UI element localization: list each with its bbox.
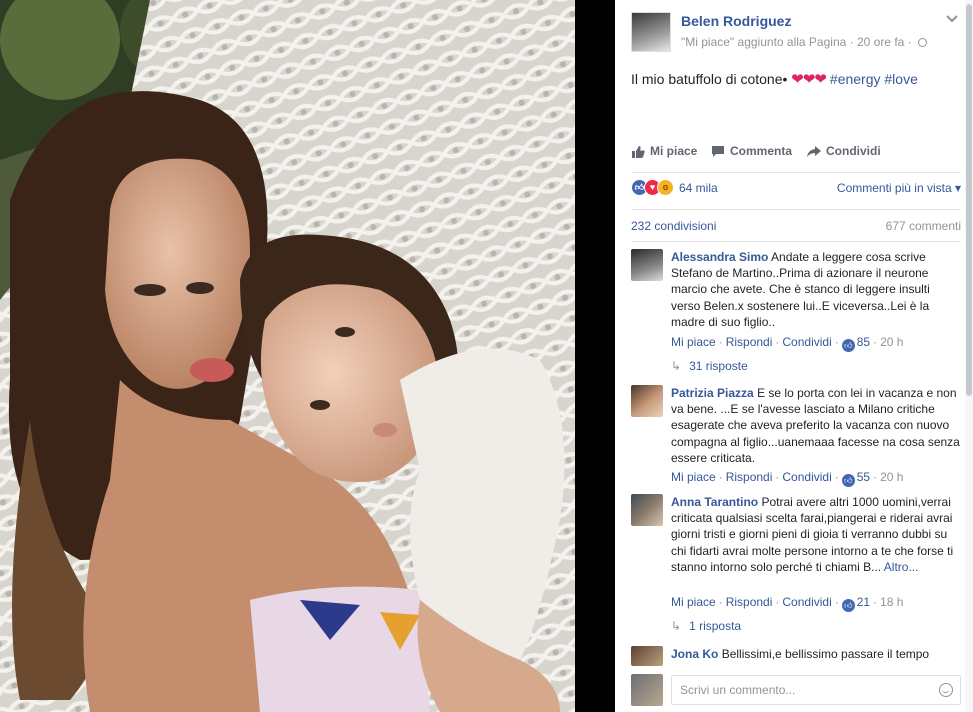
comment-reply-link[interactable]: Rispondi <box>726 335 773 349</box>
thumbs-up-icon: 👍︎ <box>841 339 855 352</box>
hashtag-energy[interactable]: #energy <box>830 71 881 87</box>
post-header: Belen Rodriguez "Mi piace" aggiunto alla… <box>631 12 961 52</box>
comment-like-link[interactable]: Mi piace <box>671 335 716 349</box>
page-avatar[interactable] <box>631 12 671 52</box>
comment-share-link[interactable]: Condividi <box>782 595 831 609</box>
comments-sort-dropdown[interactable]: Commenti più in vista ▾ <box>837 181 961 195</box>
comment-body: Patrizia Piazza E se lo porta con lei in… <box>671 385 961 466</box>
post-meta: "Mi piace" aggiunto alla Pagina · 20 ore… <box>681 35 927 49</box>
comment-author[interactable]: Jona Ko <box>671 647 718 661</box>
thumbs-up-icon: 👍︎ <box>841 599 855 612</box>
comment-author[interactable]: Anna Tarantino <box>671 495 758 509</box>
page-name-link[interactable]: Belen Rodriguez <box>681 13 791 29</box>
wow-icon: o <box>657 179 674 196</box>
divider <box>631 241 961 242</box>
replies-label: 31 risposte <box>689 359 748 373</box>
comment-actions: Mi piace · Rispondi · Condividi · 👍︎ 21 · 18 h <box>671 595 904 612</box>
replies-label: 1 risposta <box>689 619 742 633</box>
comment-text: Bellissimi,e bellissimo passare il tempo <box>721 647 930 661</box>
comments-count: 677 commenti <box>885 219 961 233</box>
comment-body: Alessandra Simo Andate a leggere cosa sc… <box>671 249 961 330</box>
hearts-emoji: ❤❤❤ <box>791 71 827 88</box>
comment-label: Commenta <box>730 144 793 158</box>
post-side-panel: Belen Rodriguez "Mi piace" aggiunto alla… <box>615 0 973 712</box>
selfie-image <box>0 0 575 712</box>
comment-time[interactable]: 20 h <box>880 470 903 484</box>
like-button[interactable]: Mi piace <box>631 144 697 158</box>
reply-arrow-icon: ↳ <box>671 359 682 373</box>
see-more-link[interactable]: Altro... <box>884 560 919 574</box>
thumbs-up-icon: 👍︎ <box>841 474 855 487</box>
comment-icon <box>712 145 724 157</box>
divider <box>631 209 961 210</box>
avatar[interactable] <box>631 249 663 281</box>
comment-reply-link[interactable]: Rispondi <box>726 470 773 484</box>
reply-arrow-icon: ↳ <box>671 619 682 633</box>
avatar <box>631 674 663 706</box>
replies-link[interactable]: ↳ 31 risposte <box>671 359 748 373</box>
share-label: Condividi <box>826 144 881 158</box>
comment-like-count[interactable]: 21 <box>857 595 870 609</box>
comment-author[interactable]: Patrizia Piazza <box>671 386 754 400</box>
comment-body: Jona Ko Bellissimi,e bellissimo passare … <box>671 646 961 662</box>
photo-panel-gap <box>575 0 615 712</box>
chevron-down-icon[interactable] <box>945 12 959 26</box>
thumbs-up-icon <box>632 145 645 158</box>
avatar[interactable] <box>631 646 663 666</box>
shares-count-link[interactable]: 232 condivisioni <box>631 219 716 233</box>
comment-input[interactable] <box>671 675 961 705</box>
avatar[interactable] <box>631 385 663 417</box>
comment-body: Anna Tarantino Potrai avere altri 1000 u… <box>671 494 961 575</box>
post-caption: Il mio batuffolo di cotone• <box>631 71 788 87</box>
comment-actions: Mi piace · Rispondi · Condividi · 👍︎ 55 · 20 h <box>671 470 904 487</box>
replies-link[interactable]: ↳ 1 risposta <box>671 619 741 633</box>
scrollbar-thumb[interactable] <box>966 4 972 396</box>
comment-like-link[interactable]: Mi piace <box>671 470 716 484</box>
comment-time[interactable]: 20 h <box>880 335 903 349</box>
post-actions: Mi piace Commenta Condividi <box>631 144 961 164</box>
scrollbar[interactable] <box>965 0 973 712</box>
post-text: Il mio batuffolo di cotone• ❤❤❤ #energy … <box>631 70 918 88</box>
post-photo[interactable] <box>0 0 575 712</box>
comment-reply-link[interactable]: Rispondi <box>726 595 773 609</box>
comment-like-count[interactable]: 85 <box>857 335 870 349</box>
reactions-bar[interactable]: 👍︎ ♥ o 64 mila Commenti più in vista ▾ <box>631 179 961 199</box>
comment-share-link[interactable]: Condividi <box>782 335 831 349</box>
divider <box>631 172 961 173</box>
post-meta-text: "Mi piace" aggiunto alla Pagina · 20 ore… <box>681 35 912 49</box>
comment-actions: Mi piace · Rispondi · Condividi · 👍︎ 85 · 20 h <box>671 335 904 352</box>
like-label: Mi piace <box>650 144 698 158</box>
comment-share-link[interactable]: Condividi <box>782 470 831 484</box>
globe-icon <box>918 38 927 47</box>
reaction-count[interactable]: 64 mila <box>679 181 718 195</box>
avatar[interactable] <box>631 494 663 526</box>
comment-like-count[interactable]: 55 <box>857 470 870 484</box>
hashtag-love[interactable]: #love <box>884 71 917 87</box>
share-button[interactable]: Condividi <box>807 144 881 158</box>
comment-like-link[interactable]: Mi piace <box>671 595 716 609</box>
comment-button[interactable]: Commenta <box>711 144 792 158</box>
comment-author[interactable]: Alessandra Simo <box>671 250 768 264</box>
comment-time[interactable]: 18 h <box>880 595 903 609</box>
comment-composer <box>631 674 961 706</box>
share-arrow-icon <box>807 145 821 157</box>
emoji-icon[interactable] <box>939 683 953 697</box>
